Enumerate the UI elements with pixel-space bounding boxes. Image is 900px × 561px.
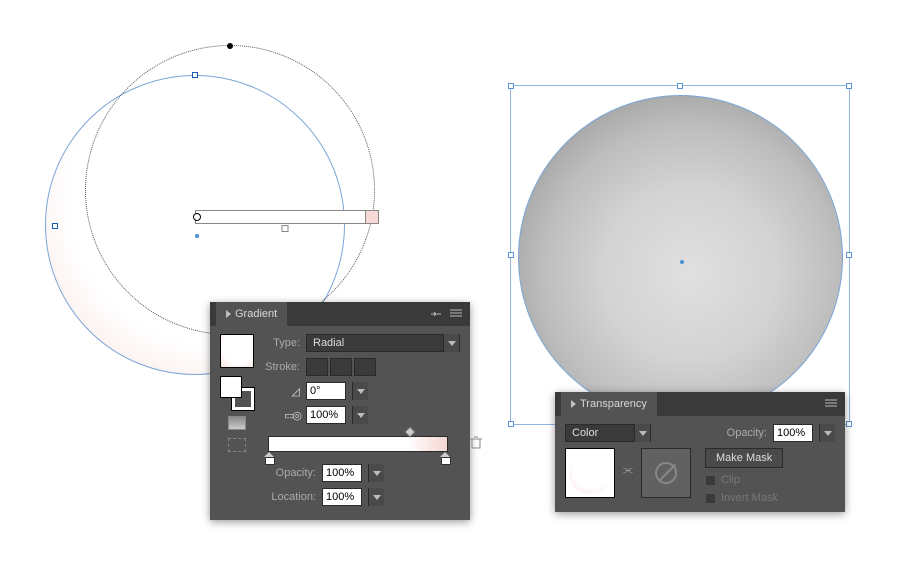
blend-mode-value: Color bbox=[566, 427, 604, 439]
link-mask-icon[interactable]: ⫘ bbox=[621, 448, 635, 492]
panel-menu-icon[interactable] bbox=[823, 397, 839, 411]
gradient-bar[interactable] bbox=[268, 436, 448, 452]
aspect-field[interactable] bbox=[306, 406, 346, 424]
aspect-ratio-icon: ▭◎ bbox=[262, 409, 300, 422]
collapse-arrow-icon bbox=[571, 400, 576, 408]
fill-swatch[interactable] bbox=[220, 376, 242, 398]
location-field[interactable] bbox=[322, 488, 362, 506]
gradient-tool-icon[interactable] bbox=[228, 438, 246, 452]
transparency-panel-header[interactable]: Transparency bbox=[555, 392, 845, 416]
transparency-panel: Transparency Color Opacity: ⫘ Make Mask … bbox=[555, 392, 845, 512]
transparency-opacity-input[interactable] bbox=[773, 424, 813, 442]
type-label: Type: bbox=[262, 337, 300, 349]
gradient-panel: Gradient Type: Radial bbox=[210, 302, 470, 520]
transparency-panel-title: Transparency bbox=[580, 392, 647, 416]
clip-checkbox[interactable]: Clip bbox=[705, 474, 783, 486]
center-point bbox=[195, 234, 199, 238]
angle-icon: ◿ bbox=[262, 385, 300, 398]
stop-opacity-field[interactable] bbox=[322, 464, 362, 482]
location-label: Location: bbox=[262, 491, 316, 503]
invert-mask-label: Invert Mask bbox=[721, 492, 778, 504]
transparency-opacity-dropdown[interactable] bbox=[819, 424, 835, 442]
anchor-left[interactable] bbox=[52, 223, 58, 229]
transparency-opacity-field[interactable] bbox=[773, 424, 813, 442]
object-thumbnail[interactable] bbox=[565, 448, 615, 498]
gradient-end-handle[interactable] bbox=[365, 210, 379, 224]
aspect-input[interactable] bbox=[306, 406, 346, 424]
transparency-tab[interactable]: Transparency bbox=[561, 392, 657, 416]
gradient-origin-handle[interactable] bbox=[193, 213, 201, 221]
gradient-panel-header[interactable]: Gradient bbox=[210, 302, 470, 326]
gradient-tab[interactable]: Gradient bbox=[216, 302, 287, 326]
make-mask-button[interactable]: Make Mask bbox=[705, 448, 783, 468]
gradient-ramp[interactable] bbox=[268, 436, 460, 452]
color-stop-end[interactable] bbox=[440, 452, 450, 462]
gradient-panel-title: Gradient bbox=[235, 302, 277, 326]
angle-field[interactable] bbox=[306, 382, 346, 400]
color-stop-start[interactable] bbox=[264, 452, 274, 462]
location-dropdown[interactable] bbox=[368, 488, 384, 506]
stroke-within-button[interactable] bbox=[306, 358, 328, 376]
stop-opacity-dropdown[interactable] bbox=[368, 464, 384, 482]
panel-cycle-icon[interactable] bbox=[428, 307, 444, 321]
gradient-annotator-slider[interactable] bbox=[195, 210, 375, 224]
gradient-annotator-outline[interactable] bbox=[85, 45, 375, 335]
no-mask-icon bbox=[655, 462, 677, 484]
transparency-opacity-label: Opacity: bbox=[727, 427, 767, 439]
gradient-preview-swatch[interactable] bbox=[220, 334, 254, 368]
aspect-dropdown-button[interactable] bbox=[352, 406, 368, 424]
gradient-type-value: Radial bbox=[307, 337, 350, 349]
anchor-top[interactable] bbox=[192, 72, 198, 78]
gradient-mid-handle[interactable] bbox=[282, 225, 289, 232]
location-input[interactable] bbox=[322, 488, 362, 506]
stroke-across-button[interactable] bbox=[354, 358, 376, 376]
reverse-gradient-icon[interactable] bbox=[228, 416, 246, 430]
stroke-along-button[interactable] bbox=[330, 358, 352, 376]
angle-input[interactable] bbox=[306, 382, 346, 400]
invert-mask-checkbox[interactable]: Invert Mask bbox=[705, 492, 783, 504]
collapse-arrow-icon bbox=[226, 310, 231, 318]
panel-menu-icon[interactable] bbox=[448, 307, 464, 321]
angle-dropdown-button[interactable] bbox=[352, 382, 368, 400]
stop-opacity-input[interactable] bbox=[322, 464, 362, 482]
stroke-label: Stroke: bbox=[262, 361, 300, 373]
right-sphere-artwork bbox=[518, 95, 843, 420]
gradient-type-dropdown[interactable]: Radial bbox=[306, 334, 460, 352]
fill-stroke-toggle[interactable] bbox=[220, 376, 254, 410]
mask-thumbnail[interactable] bbox=[641, 448, 691, 498]
right-center-point bbox=[680, 260, 684, 264]
stroke-gradient-buttons bbox=[306, 358, 376, 376]
delete-stop-icon[interactable] bbox=[470, 436, 484, 452]
clip-label: Clip bbox=[721, 474, 740, 486]
blend-mode-dropdown[interactable]: Color bbox=[565, 424, 651, 442]
opacity-label: Opacity: bbox=[262, 467, 316, 479]
